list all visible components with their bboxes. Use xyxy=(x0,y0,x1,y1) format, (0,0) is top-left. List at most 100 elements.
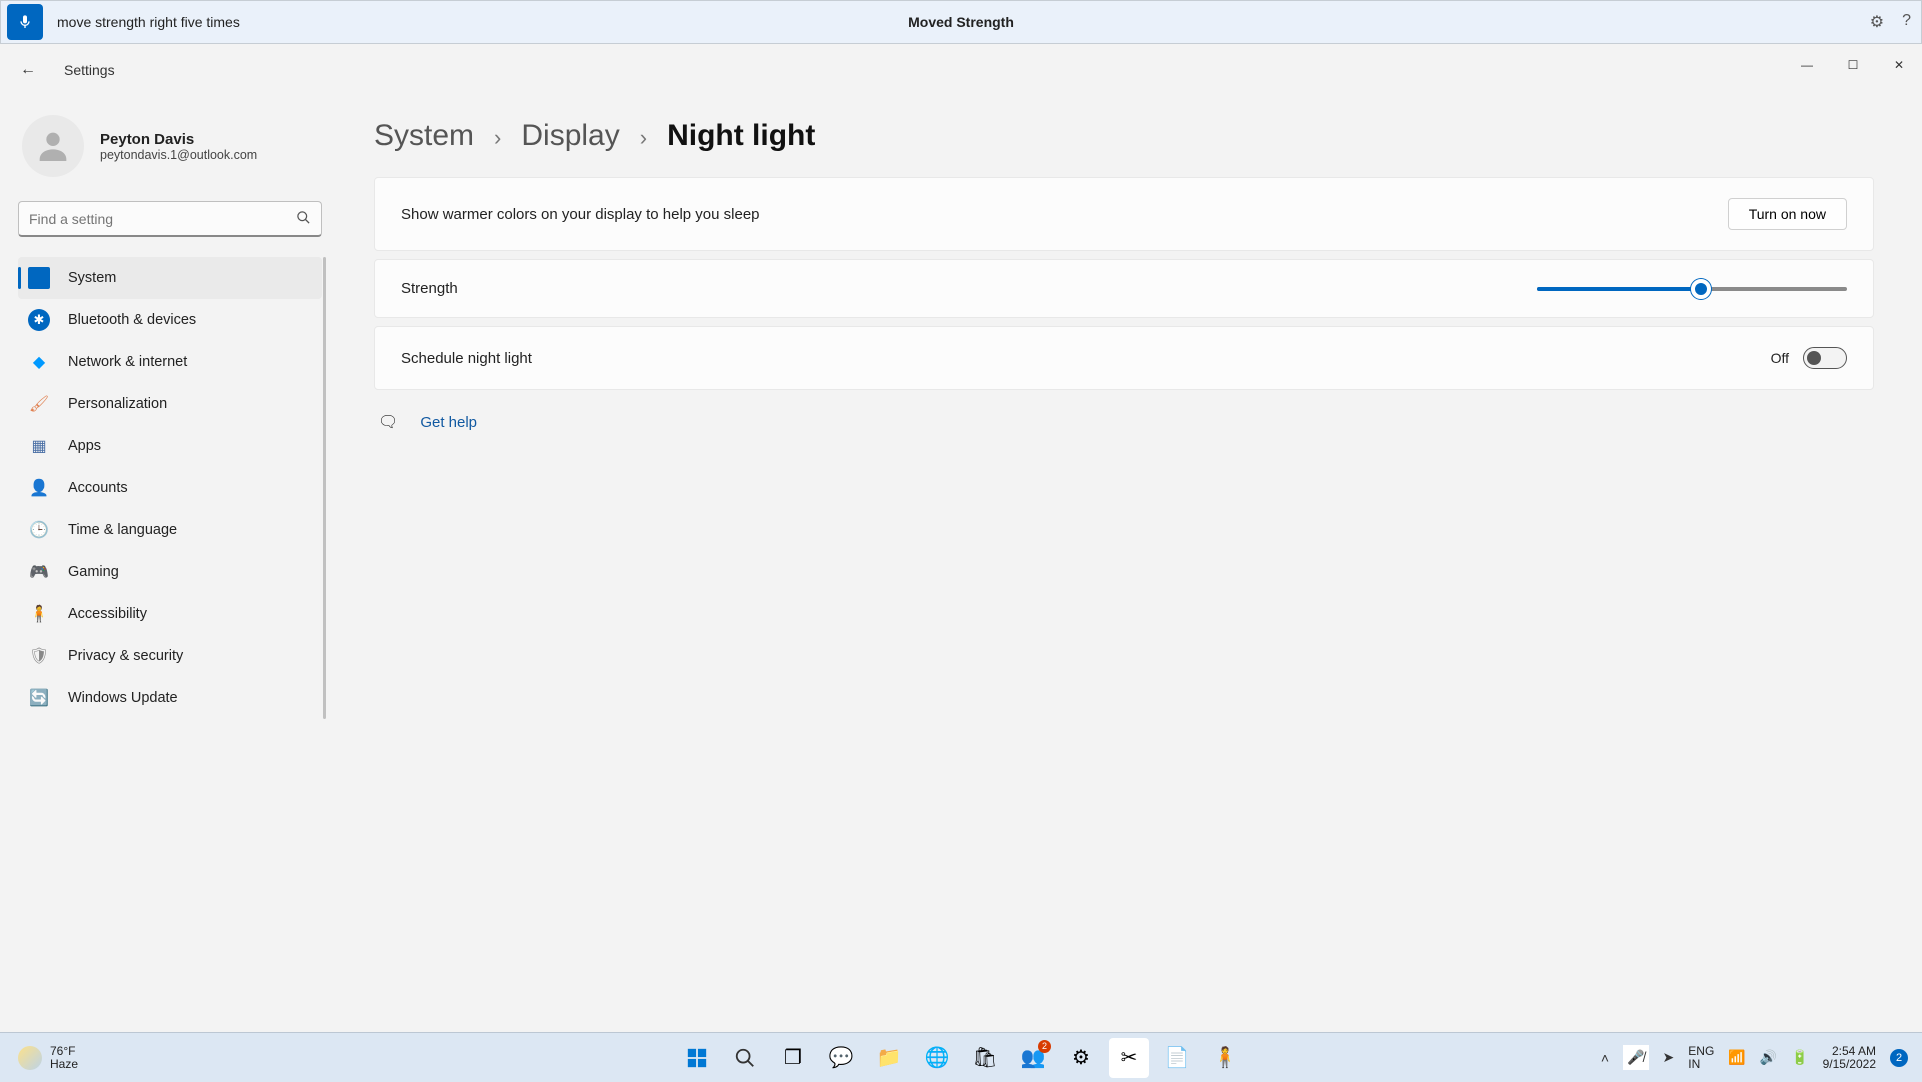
wifi-tray-icon[interactable]: 📶 xyxy=(1728,1049,1745,1066)
get-help-link[interactable]: Get help xyxy=(420,414,477,431)
edge-icon[interactable]: 🌐 xyxy=(917,1038,957,1078)
breadcrumb: System › Display › Night light xyxy=(374,119,1874,153)
help-chat-icon: 🗨 xyxy=(378,412,398,432)
voice-feedback-title: Moved Strength xyxy=(908,14,1014,30)
apps-icon: ▦ xyxy=(28,435,50,457)
store-icon[interactable]: 🛍 xyxy=(965,1038,1005,1078)
toggle-state-text: Off xyxy=(1771,350,1789,366)
search-input[interactable] xyxy=(29,211,296,227)
sidebar-scrollbar[interactable] xyxy=(323,257,326,719)
weather-cond: Haze xyxy=(50,1058,78,1071)
voice-access-icon[interactable]: 🧍 xyxy=(1205,1038,1245,1078)
sidebar-item-accessibility[interactable]: 🧍 Accessibility xyxy=(18,593,322,635)
teams-icon[interactable]: 👥2 xyxy=(1013,1038,1053,1078)
taskview-icon[interactable]: ❐ xyxy=(773,1038,813,1078)
user-email: peytondavis.1@outlook.com xyxy=(100,148,257,162)
back-button[interactable]: ← xyxy=(20,61,36,79)
gamepad-icon: 🎮 xyxy=(28,561,50,583)
clock[interactable]: 2:54 AM 9/15/2022 xyxy=(1823,1045,1876,1071)
chat-icon[interactable]: 💬 xyxy=(821,1038,861,1078)
turn-on-now-button[interactable]: Turn on now xyxy=(1728,198,1847,230)
clock-icon: 🕒 xyxy=(28,519,50,541)
search-box[interactable] xyxy=(18,201,322,237)
location-icon[interactable]: ➤ xyxy=(1663,1049,1675,1066)
breadcrumb-system[interactable]: System xyxy=(374,119,474,153)
voice-command-text: move strength right five times xyxy=(57,14,240,30)
word-icon[interactable]: 📄 xyxy=(1157,1038,1197,1078)
strength-label: Strength xyxy=(401,280,458,297)
gear-icon[interactable]: ⚙ xyxy=(1870,12,1884,32)
maximize-button[interactable]: ☐ xyxy=(1830,45,1876,85)
update-icon: 🔄 xyxy=(28,687,50,709)
notification-badge[interactable]: 2 xyxy=(1890,1049,1908,1067)
sidebar-item-bluetooth[interactable]: ✱ Bluetooth & devices xyxy=(18,299,322,341)
wifi-icon: ◆ xyxy=(28,351,50,373)
user-name: Peyton Davis xyxy=(100,131,257,148)
person-icon: 👤 xyxy=(28,477,50,499)
schedule-card: Schedule night light Off xyxy=(374,326,1874,390)
close-button[interactable]: ✕ xyxy=(1876,45,1922,85)
sidebar-item-label: Personalization xyxy=(68,396,167,412)
sidebar-item-accounts[interactable]: 👤 Accounts xyxy=(18,467,322,509)
sidebar-item-label: Privacy & security xyxy=(68,648,183,664)
sidebar-item-personalization[interactable]: 🖌 Personalization xyxy=(18,383,322,425)
avatar xyxy=(22,115,84,177)
chevron-right-icon: › xyxy=(494,125,501,151)
breadcrumb-display[interactable]: Display xyxy=(521,119,619,153)
nav: System ✱ Bluetooth & devices ◆ Network &… xyxy=(18,257,322,719)
sidebar-item-label: Windows Update xyxy=(68,690,178,706)
sidebar-item-privacy[interactable]: 🛡 Privacy & security xyxy=(18,635,322,677)
schedule-toggle[interactable] xyxy=(1803,347,1847,369)
settings-window: ← Settings — ☐ ✕ Peyton Davis peytondavi… xyxy=(0,45,1922,1032)
weather-widget[interactable]: 76°F Haze xyxy=(18,1045,78,1071)
taskbar: 76°F Haze ❐ 💬 📁 🌐 🛍 👥2 ⚙ ✂ 📄 🧍 ˄ 🎤̸ ➤ EN… xyxy=(0,1032,1922,1082)
start-button[interactable] xyxy=(677,1038,717,1078)
sidebar-item-time[interactable]: 🕒 Time & language xyxy=(18,509,322,551)
sidebar-item-label: System xyxy=(68,270,116,286)
warmer-colors-card: Show warmer colors on your display to he… xyxy=(374,177,1874,251)
sidebar-item-label: Time & language xyxy=(68,522,177,538)
slider-thumb[interactable] xyxy=(1691,279,1711,299)
sidebar-item-system[interactable]: System xyxy=(18,257,322,299)
sidebar-item-update[interactable]: 🔄 Windows Update xyxy=(18,677,322,719)
battery-icon[interactable]: 🔋 xyxy=(1791,1049,1808,1066)
shield-icon: 🛡 xyxy=(28,645,50,667)
taskbar-tray: ˄ 🎤̸ ➤ ENG IN 📶 🔊 🔋 2:54 AM 9/15/2022 2 xyxy=(1601,1045,1908,1071)
sidebar-item-apps[interactable]: ▦ Apps xyxy=(18,425,322,467)
voice-access-bar: move strength right five times Moved Str… xyxy=(0,0,1922,44)
sidebar: Peyton Davis peytondavis.1@outlook.com S… xyxy=(0,95,340,1032)
search-taskbar-icon[interactable] xyxy=(725,1038,765,1078)
taskbar-center: ❐ 💬 📁 🌐 🛍 👥2 ⚙ ✂ 📄 🧍 xyxy=(677,1038,1245,1078)
accessibility-icon: 🧍 xyxy=(28,603,50,625)
display-icon xyxy=(28,267,50,289)
sidebar-item-label: Accessibility xyxy=(68,606,147,622)
mic-muted-icon[interactable]: 🎤̸ xyxy=(1623,1045,1648,1070)
sidebar-item-label: Apps xyxy=(68,438,101,454)
help-icon[interactable]: ? xyxy=(1902,12,1911,32)
chevron-right-icon: › xyxy=(640,125,647,151)
bluetooth-icon: ✱ xyxy=(28,309,50,331)
sidebar-item-label: Network & internet xyxy=(68,354,187,370)
strength-slider[interactable] xyxy=(1537,287,1847,291)
strength-card: Strength xyxy=(374,259,1874,318)
titlebar: ← Settings — ☐ ✕ xyxy=(0,45,1922,95)
language-switcher[interactable]: ENG IN xyxy=(1688,1045,1714,1071)
sidebar-item-label: Accounts xyxy=(68,480,128,496)
minimize-button[interactable]: — xyxy=(1784,45,1830,85)
sidebar-item-label: Gaming xyxy=(68,564,119,580)
explorer-icon[interactable]: 📁 xyxy=(869,1038,909,1078)
search-icon xyxy=(296,210,311,228)
brush-icon: 🖌 xyxy=(28,393,50,415)
sidebar-item-gaming[interactable]: 🎮 Gaming xyxy=(18,551,322,593)
breadcrumb-current: Night light xyxy=(667,119,815,153)
tray-chevron-icon[interactable]: ˄ xyxy=(1601,1050,1609,1066)
schedule-label: Schedule night light xyxy=(401,350,532,367)
mic-button[interactable] xyxy=(7,4,43,40)
volume-icon[interactable]: 🔊 xyxy=(1760,1049,1777,1066)
sidebar-item-network[interactable]: ◆ Network & internet xyxy=(18,341,322,383)
get-help-row[interactable]: 🗨 Get help xyxy=(378,412,1874,432)
weather-temp: 76°F xyxy=(50,1045,78,1058)
snip-icon[interactable]: ✂ xyxy=(1109,1038,1149,1078)
settings-taskbar-icon[interactable]: ⚙ xyxy=(1061,1038,1101,1078)
user-block[interactable]: Peyton Davis peytondavis.1@outlook.com xyxy=(22,115,322,177)
